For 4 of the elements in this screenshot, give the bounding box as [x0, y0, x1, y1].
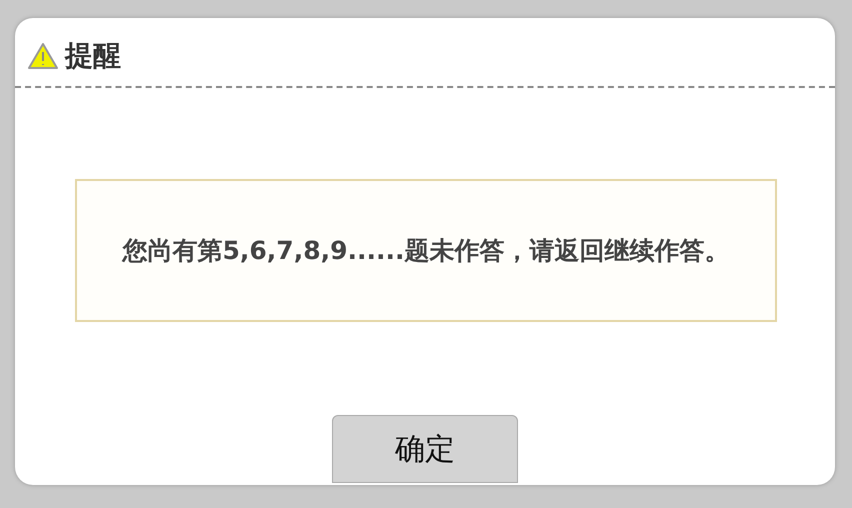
- ok-button[interactable]: 确定: [332, 415, 518, 483]
- warning-icon: [27, 42, 59, 70]
- dialog-title: 提醒: [65, 38, 121, 74]
- message-text: 您尚有第5,6,7,8,9......题未作答，请返回继续作答。: [122, 234, 730, 266]
